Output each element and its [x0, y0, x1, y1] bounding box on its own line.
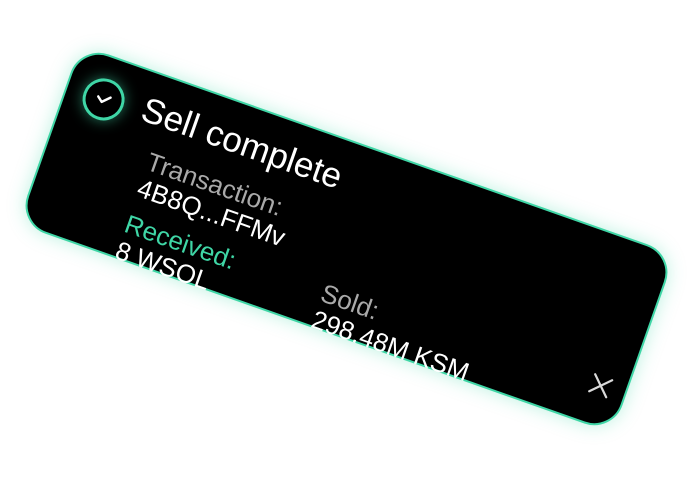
- close-button[interactable]: [584, 369, 617, 402]
- stage: Sell complete Transaction: 4B8Q...FFMv R…: [0, 0, 693, 477]
- check-icon: [76, 72, 131, 127]
- sold-value: 298.48M KSM: [307, 304, 474, 388]
- close-icon[interactable]: [587, 372, 615, 400]
- sell-complete-toast: Sell complete Transaction: 4B8Q...FFMv R…: [17, 44, 676, 434]
